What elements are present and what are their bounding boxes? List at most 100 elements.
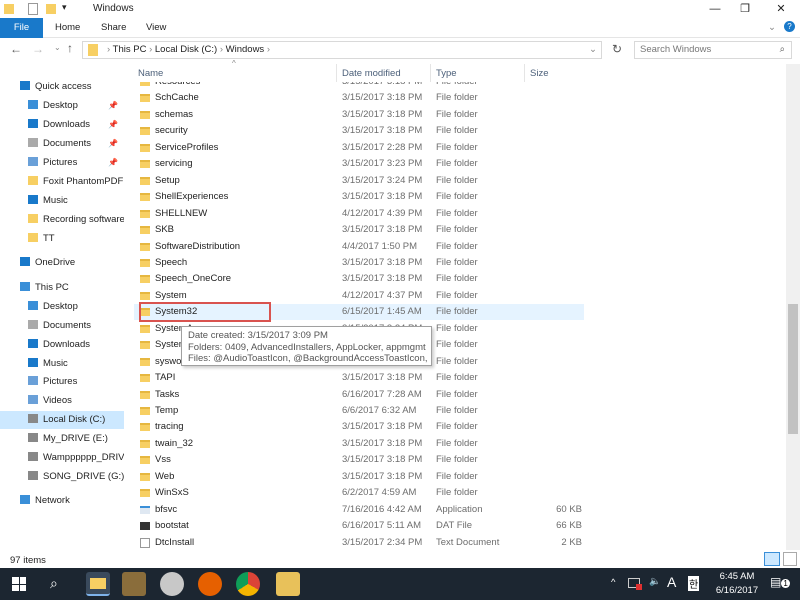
file-row[interactable]: bootstat 6/16/2017 5:11 AM DAT File 66 KB — [134, 518, 584, 534]
column-date-modified[interactable]: Date modified — [342, 68, 401, 79]
forward-icon[interactable]: → — [32, 42, 44, 56]
breadcrumb-this-pc[interactable]: This PC — [113, 44, 147, 55]
column-size[interactable]: Size — [530, 68, 548, 79]
file-row[interactable]: ShellExperiences 3/15/2017 3:18 PM File fo… — [134, 189, 584, 205]
file-row[interactable]: SKB 3/15/2017 3:18 PM File folder — [134, 222, 584, 238]
address-input[interactable]: › This PC › Local Disk (C:) › Windows › … — [82, 41, 602, 59]
app-taskbar-icon[interactable] — [160, 572, 184, 596]
help-icon[interactable]: ? — [784, 21, 795, 32]
nav-item[interactable]: Local Disk (C:) — [0, 411, 124, 429]
start-button[interactable] — [12, 577, 26, 591]
show-hidden-icons-icon[interactable]: ^ — [611, 577, 615, 588]
nav-item[interactable]: Network — [0, 492, 124, 510]
tab-share[interactable]: Share — [101, 18, 126, 38]
maximize-button[interactable]: ❐ — [730, 0, 760, 18]
breadcrumb-local-disk[interactable]: Local Disk (C:) — [155, 44, 217, 55]
nav-item[interactable]: Recording software — [0, 211, 124, 229]
file-row[interactable]: Web 3/15/2017 3:18 PM File folder — [134, 469, 584, 485]
column-name[interactable]: Name — [138, 68, 163, 79]
file-row[interactable]: schemas 3/15/2017 3:18 PM File folder — [134, 107, 584, 123]
column-type[interactable]: Type — [436, 68, 457, 79]
clock[interactable]: 6:45 AM 6/16/2017 — [714, 571, 760, 596]
details-view-icon[interactable] — [764, 552, 780, 566]
file-row[interactable]: bfsvc 7/16/2016 4:42 AM Application 60 KB — [134, 502, 584, 518]
nav-item[interactable]: Music — [0, 355, 124, 373]
app-taskbar-icon[interactable] — [276, 572, 300, 596]
cloud-icon — [20, 257, 30, 266]
nav-item[interactable]: Pictures 📌 — [0, 154, 124, 172]
file-row[interactable]: DtcInstall 3/15/2017 2:34 PM Text Document… — [134, 535, 584, 551]
file-row[interactable]: Temp 6/6/2017 6:32 AM File folder — [134, 403, 584, 419]
address-dropdown-icon[interactable]: ⌄ — [589, 42, 597, 58]
folder-icon — [140, 160, 150, 169]
nav-item[interactable]: Quick access — [0, 78, 124, 96]
up-icon[interactable]: ↑ — [67, 41, 73, 55]
nav-item[interactable]: Documents 📌 — [0, 135, 124, 153]
file-row[interactable]: servicing 3/15/2017 3:23 PM File folder — [134, 156, 584, 172]
nav-item[interactable]: Documents — [0, 317, 124, 335]
nav-item[interactable]: SONG_DRIVE (G:) — [0, 468, 124, 486]
pin-icon[interactable]: 📌 — [108, 135, 118, 153]
tab-home[interactable]: Home — [55, 18, 80, 38]
breadcrumb-windows[interactable]: Windows — [226, 44, 265, 55]
file-row[interactable]: security 3/15/2017 3:18 PM File folder — [134, 123, 584, 139]
nav-item[interactable]: TT — [0, 230, 124, 248]
refresh-icon[interactable]: ↻ — [612, 42, 622, 56]
input-mode-indicator[interactable]: A — [667, 574, 676, 590]
file-row[interactable]: Speech_OneCore 3/15/2017 3:18 PM File fold… — [134, 271, 584, 287]
nav-item[interactable]: Wampppppp_DRIVE — [0, 449, 124, 467]
nav-item[interactable]: This PC — [0, 279, 124, 297]
expand-ribbon-icon[interactable]: ⌄ — [768, 22, 776, 33]
nav-item[interactable]: Foxit PhantomPDF I — [0, 173, 124, 191]
scrollbar-thumb[interactable] — [788, 304, 798, 434]
file-name: DtcInstall — [155, 536, 195, 548]
search-input[interactable]: Search Windows ⌕ — [634, 41, 792, 59]
chrome-icon[interactable] — [236, 572, 260, 596]
nav-item[interactable]: Downloads — [0, 336, 124, 354]
close-button[interactable]: ✕ — [766, 0, 796, 18]
nav-item[interactable]: OneDrive — [0, 254, 124, 272]
recent-locations-icon[interactable]: ⌄ — [54, 43, 61, 52]
nav-item[interactable]: Music — [0, 192, 124, 210]
action-center-icon[interactable]: ▤ 1 — [770, 575, 790, 589]
file-row[interactable]: WinSxS 6/2/2017 4:59 AM File folder — [134, 485, 584, 501]
tab-file[interactable]: File — [0, 18, 43, 38]
network-disconnected-icon[interactable] — [628, 578, 642, 590]
window-title: Windows — [93, 3, 134, 14]
firefox-icon[interactable] — [198, 572, 222, 596]
app-taskbar-icon[interactable] — [122, 572, 146, 596]
vertical-scrollbar[interactable] — [786, 64, 800, 550]
search-icon[interactable]: ⌕ — [50, 575, 58, 592]
file-row[interactable]: ServiceProfiles 3/15/2017 2:28 PM File fol… — [134, 140, 584, 156]
pin-icon[interactable]: 📌 — [108, 116, 118, 134]
nav-item[interactable]: Desktop — [0, 298, 124, 316]
properties-icon[interactable] — [28, 3, 38, 15]
back-icon[interactable]: ← — [10, 42, 22, 56]
pin-icon[interactable]: 📌 — [108, 97, 118, 115]
nav-item[interactable]: Desktop 📌 — [0, 97, 124, 115]
file-row[interactable]: TAPI 3/15/2017 3:18 PM File folder — [134, 370, 584, 386]
nav-item[interactable]: My_DRIVE (E:) — [0, 430, 124, 448]
file-row[interactable]: Speech 3/15/2017 3:18 PM File folder — [134, 255, 584, 271]
file-row[interactable]: Vss 3/15/2017 3:18 PM File folder — [134, 452, 584, 468]
language-indicator[interactable]: 한 — [688, 576, 700, 591]
volume-icon[interactable]: 🔈 — [649, 576, 661, 587]
folder-icon — [28, 176, 38, 185]
nav-item[interactable]: Videos — [0, 392, 124, 410]
file-row[interactable]: Setup 3/15/2017 3:24 PM File folder — [134, 173, 584, 189]
nav-item[interactable]: Pictures — [0, 373, 124, 391]
nav-item[interactable]: Downloads 📌 — [0, 116, 124, 134]
tab-view[interactable]: View — [146, 18, 166, 38]
file-row[interactable]: twain_32 3/15/2017 3:18 PM File folder — [134, 436, 584, 452]
file-row[interactable]: SHELLNEW 4/12/2017 4:39 PM File folder — [134, 206, 584, 222]
pin-icon[interactable]: 📌 — [108, 154, 118, 172]
customize-toolbar-icon[interactable]: ▾ — [62, 2, 67, 13]
file-row[interactable]: tracing 3/15/2017 3:18 PM File folder — [134, 419, 584, 435]
file-row[interactable]: SoftwareDistribution 4/4/2017 1:50 PM File… — [134, 239, 584, 255]
file-row[interactable]: Tasks 6/16/2017 7:28 AM File folder — [134, 387, 584, 403]
file-explorer-taskbar-icon[interactable] — [86, 572, 110, 596]
minimize-button[interactable]: — — [700, 0, 730, 18]
file-row[interactable]: SchCache 3/15/2017 3:18 PM File folder — [134, 90, 584, 106]
new-folder-icon[interactable] — [46, 4, 56, 14]
large-icons-view-icon[interactable] — [783, 552, 797, 566]
